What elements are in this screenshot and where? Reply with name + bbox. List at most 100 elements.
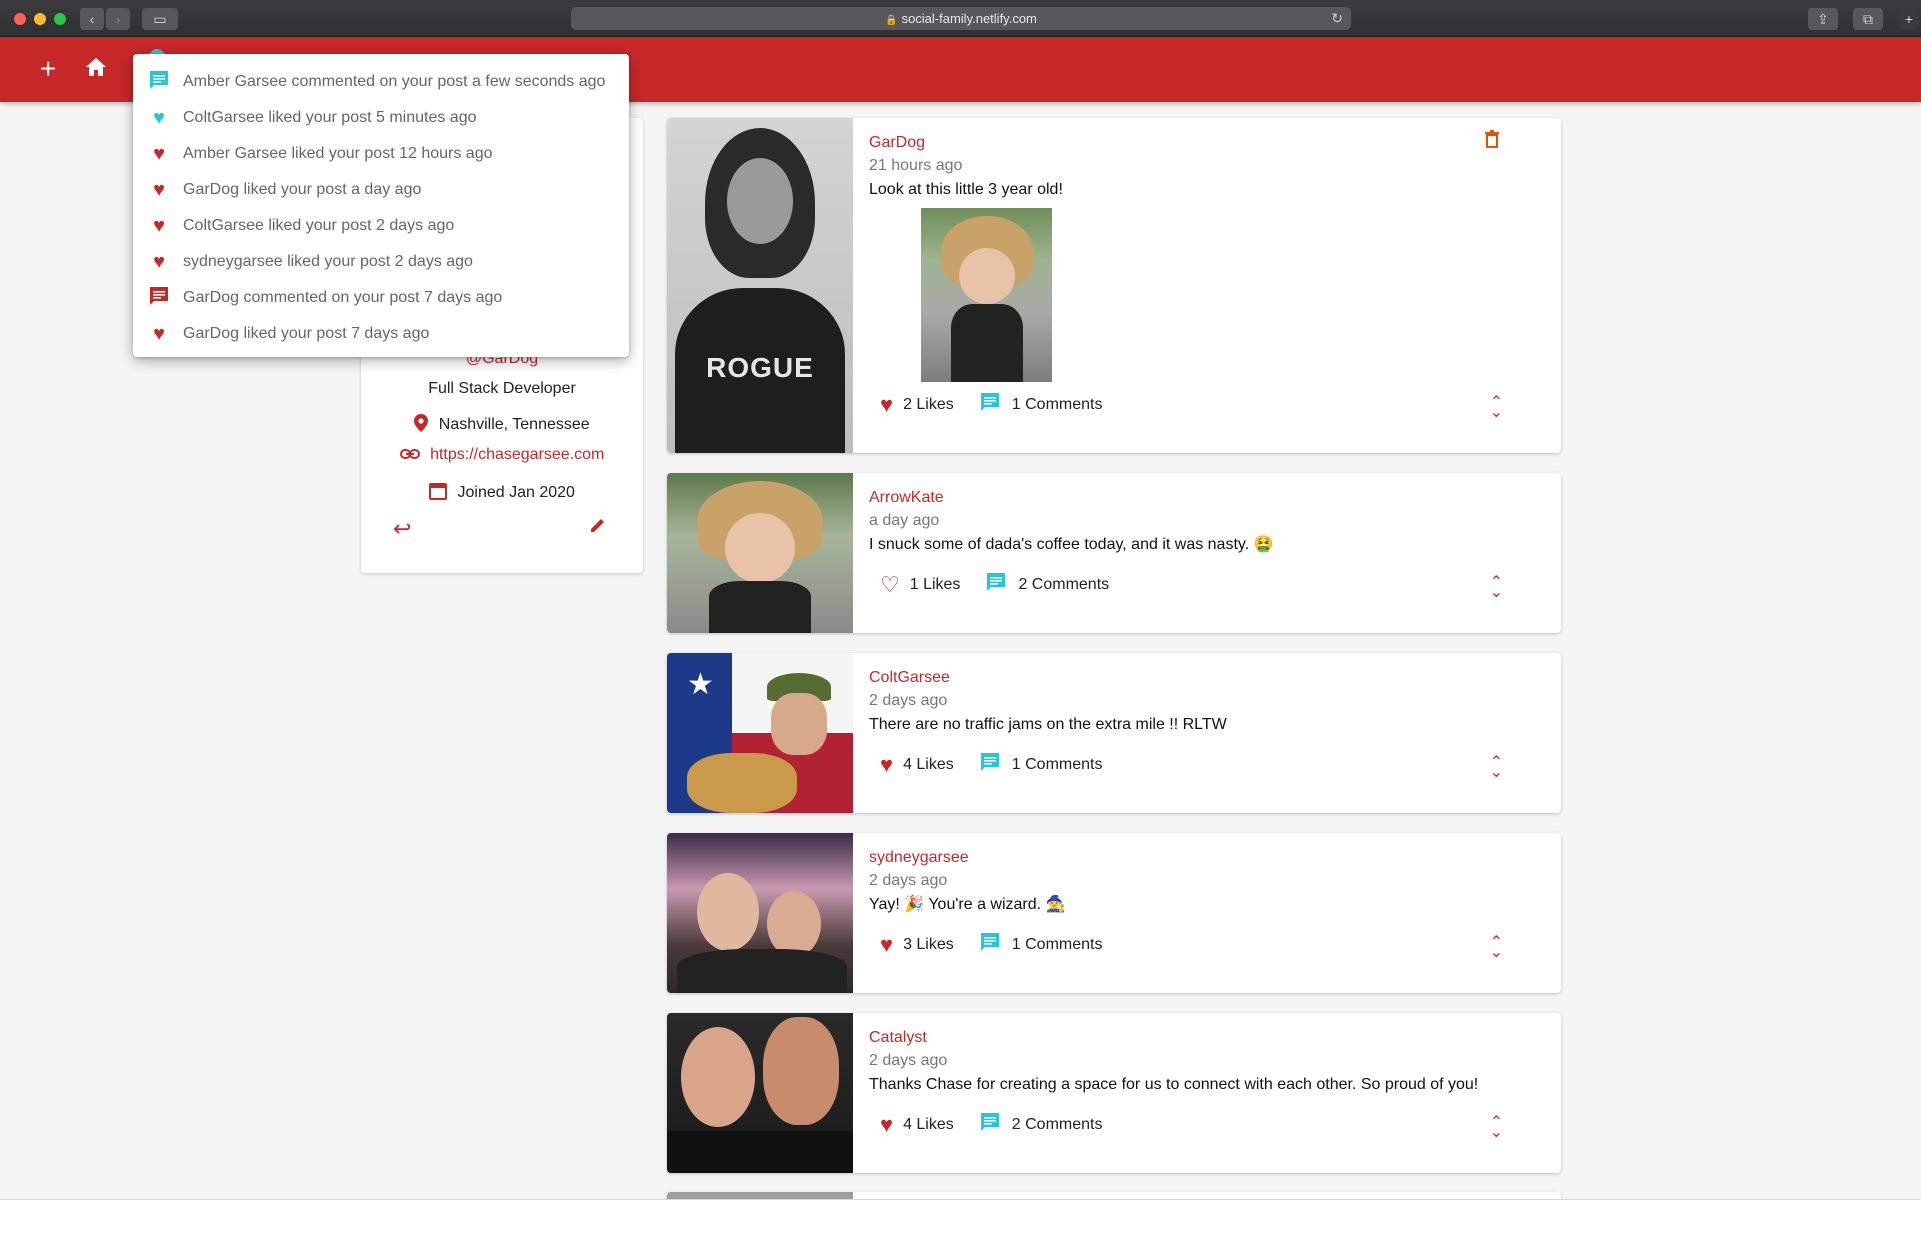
notification-text: ColtGarsee liked your post 2 days ago: [183, 217, 455, 234]
comments-count[interactable]: 1 Comments: [1012, 756, 1103, 774]
like-heart-outline-icon[interactable]: ♡: [880, 572, 900, 598]
post-avatar-image[interactable]: ROGUE: [667, 118, 853, 453]
notification-item[interactable]: ♥ sydneygarsee liked your post 2 days ag…: [133, 244, 629, 280]
post-actions: ♥ 4 Likes 1 Comments: [880, 752, 1102, 778]
delete-post-icon[interactable]: [1485, 130, 1499, 154]
comment-icon[interactable]: [986, 572, 1006, 598]
post-actions: ♥ 3 Likes 1 Comments: [880, 932, 1102, 958]
comments-count[interactable]: 1 Comments: [1012, 936, 1103, 954]
calendar-icon: [429, 483, 451, 501]
heart-icon: ♥: [153, 179, 165, 201]
post-avatar-image[interactable]: [667, 473, 853, 633]
tabs-overview-icon[interactable]: ⧉: [1853, 8, 1883, 30]
address-bar[interactable]: 🔒 social-family.netlify.com ↻: [571, 7, 1351, 30]
comment-icon: [149, 70, 169, 94]
post-text: There are no traffic jams on the extra m…: [869, 716, 1227, 733]
notification-item[interactable]: ♥ ColtGarsee liked your post 5 minutes a…: [133, 100, 629, 136]
shirt-logo-text: ROGUE: [706, 352, 814, 383]
like-heart-icon[interactable]: ♥: [880, 752, 893, 778]
profile-website: https://chasegarsee.com: [361, 446, 643, 464]
post-username[interactable]: ArrowKate: [869, 487, 1521, 509]
notification-text: GarDog liked your post 7 days ago: [183, 325, 430, 342]
likes-count: 3 Likes: [903, 936, 954, 953]
comments-count[interactable]: 1 Comments: [1012, 396, 1103, 414]
back-button[interactable]: ‹: [80, 8, 104, 30]
forward-button[interactable]: ›: [106, 8, 130, 30]
post-card: ArrowKate a day ago I snuck some of dada…: [667, 473, 1561, 633]
post-body: ArrowKate a day ago I snuck some of dada…: [869, 487, 1521, 557]
close-window-button[interactable]: [14, 13, 26, 25]
post-text: Look at this little 3 year old!: [869, 181, 1063, 198]
expand-post-icon[interactable]: ⌃ ⌄: [1490, 935, 1503, 961]
post-time: 2 days ago: [869, 872, 948, 889]
reload-icon[interactable]: ↻: [1331, 7, 1343, 30]
sidebar-toggle-icon[interactable]: ▭: [142, 8, 178, 30]
comments-count[interactable]: 2 Comments: [1018, 576, 1109, 594]
notification-item[interactable]: ♥ GarDog liked your post 7 days ago: [133, 316, 629, 352]
link-icon: [399, 446, 424, 463]
home-icon[interactable]: [85, 57, 107, 82]
notifications-menu: Amber Garsee commented on your post a fe…: [133, 54, 629, 357]
post-body: ColtGarsee 2 days ago There are no traff…: [869, 667, 1521, 737]
post-actions: ♥ 2 Likes 1 Comments: [880, 392, 1102, 418]
post-card: Catalyst 2 days ago Thanks Chase for cre…: [667, 1013, 1561, 1173]
notification-text: GarDog commented on your post 7 days ago: [183, 289, 503, 306]
post-text: Yay! 🎉 You're a wizard. 🧙: [869, 896, 1066, 913]
like-heart-icon[interactable]: ♥: [880, 1112, 893, 1138]
post-username[interactable]: ColtGarsee: [869, 667, 1521, 689]
website-link[interactable]: https://chasegarsee.com: [430, 446, 604, 463]
profile-location: Nashville, Tennessee: [361, 414, 643, 434]
expand-post-icon[interactable]: ⌃ ⌄: [1490, 1115, 1503, 1141]
comment-icon: [149, 286, 169, 310]
post-time: 21 hours ago: [869, 157, 963, 174]
post-actions: ♡ 1 Likes 2 Comments: [880, 572, 1109, 598]
post-avatar-image[interactable]: [667, 1013, 853, 1173]
expand-post-icon[interactable]: ⌃ ⌄: [1490, 395, 1503, 421]
notification-item[interactable]: Amber Garsee commented on your post a fe…: [133, 64, 629, 100]
notification-item[interactable]: ♥ ColtGarsee liked your post 2 days ago: [133, 208, 629, 244]
minimize-window-button[interactable]: [34, 13, 46, 25]
comments-count[interactable]: 2 Comments: [1012, 1116, 1103, 1134]
profile-joined: Joined Jan 2020: [361, 482, 643, 502]
share-icon[interactable]: ⇪: [1808, 8, 1838, 30]
comment-icon[interactable]: [980, 932, 1000, 958]
new-tab-button[interactable]: +: [1899, 8, 1919, 30]
notification-text: GarDog liked your post a day ago: [183, 181, 422, 198]
post-time: 2 days ago: [869, 692, 948, 709]
post-avatar-image[interactable]: [667, 833, 853, 993]
joined-text: Joined Jan 2020: [457, 484, 575, 501]
logout-icon[interactable]: ↩: [393, 516, 411, 542]
comment-icon[interactable]: [980, 1112, 1000, 1138]
comment-icon[interactable]: [980, 392, 1000, 418]
post-username[interactable]: sydneygarsee: [869, 847, 1521, 869]
browser-toolbar: ‹ › ▭ 🔒 social-family.netlify.com ↻ ⇪ ⧉ +: [0, 0, 1921, 37]
notification-item[interactable]: ♥ Amber Garsee liked your post 12 hours …: [133, 136, 629, 172]
post-username[interactable]: GarDog: [869, 132, 1521, 154]
notification-text: Amber Garsee commented on your post a fe…: [183, 73, 606, 90]
edit-profile-icon[interactable]: [589, 516, 607, 539]
expand-post-icon[interactable]: ⌃ ⌄: [1490, 755, 1503, 781]
location-text: Nashville, Tennessee: [438, 416, 590, 433]
post-avatar-image[interactable]: [667, 1192, 853, 1199]
post-username[interactable]: Catalyst: [869, 1027, 1521, 1049]
browser-window: ‹ › ▭ 🔒 social-family.netlify.com ↻ ⇪ ⧉ +…: [0, 0, 1921, 1200]
like-heart-icon[interactable]: ♥: [880, 392, 893, 418]
post-image[interactable]: [921, 208, 1052, 382]
zoom-window-button[interactable]: [54, 13, 66, 25]
like-heart-icon[interactable]: ♥: [880, 932, 893, 958]
notification-item[interactable]: GarDog commented on your post 7 days ago: [133, 280, 629, 316]
post-actions: ♥ 4 Likes 2 Comments: [880, 1112, 1102, 1138]
add-post-icon[interactable]: +: [40, 55, 56, 83]
post-avatar-image[interactable]: ★: [667, 653, 853, 813]
post-card: sydneygarsee 2 days ago Yay! 🎉 You're a …: [667, 833, 1561, 993]
heart-icon: ♥: [153, 143, 165, 165]
heart-icon: ♥: [153, 215, 165, 237]
notification-item[interactable]: ♥ GarDog liked your post a day ago: [133, 172, 629, 208]
expand-post-icon[interactable]: ⌃ ⌄: [1490, 575, 1503, 601]
post-card: ★ ColtGarsee 2 days ago There are no tra…: [667, 653, 1561, 813]
post-body: Catalyst 2 days ago Thanks Chase for cre…: [869, 1027, 1521, 1097]
post-body: GarDog 21 hours ago Look at this little …: [869, 132, 1521, 382]
heart-icon: ♥: [153, 251, 165, 273]
profile-bio: Full Stack Developer: [428, 380, 576, 397]
comment-icon[interactable]: [980, 752, 1000, 778]
